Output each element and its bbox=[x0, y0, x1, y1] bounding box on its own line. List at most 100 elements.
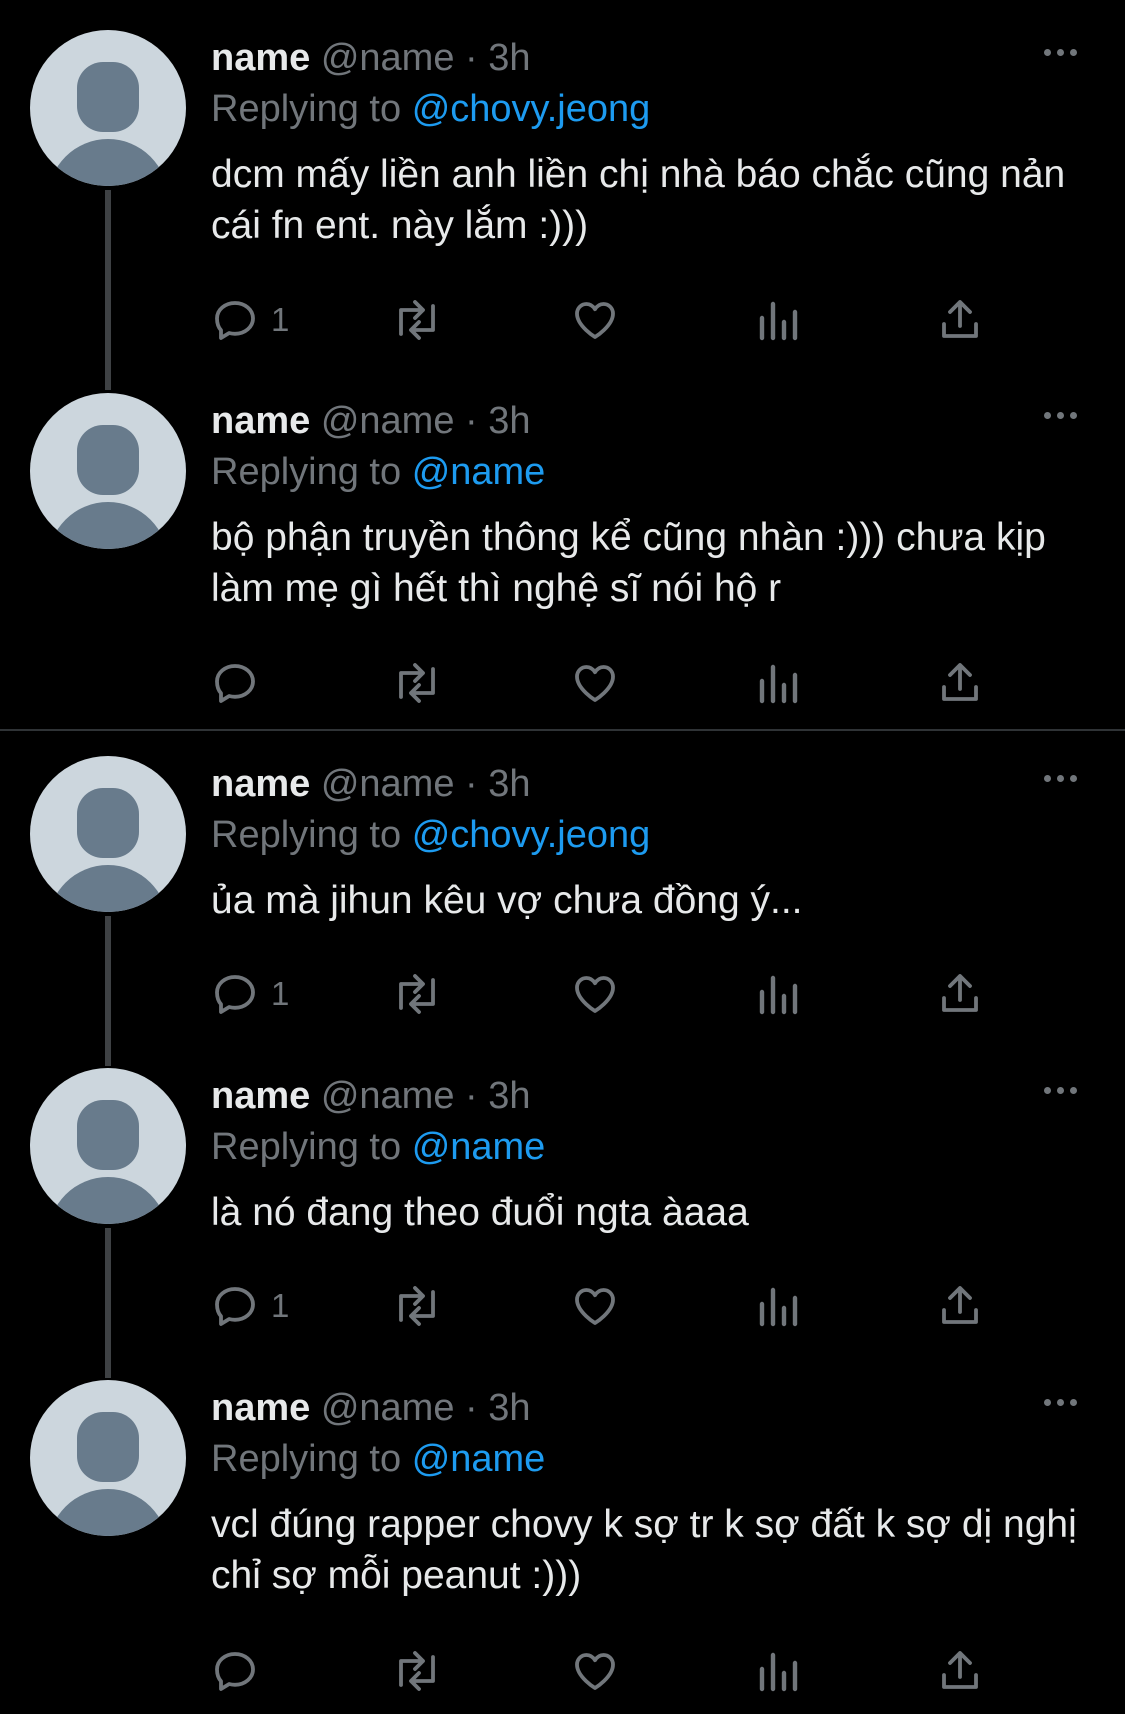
user-handle[interactable]: @name bbox=[321, 400, 455, 442]
display-name[interactable]: name bbox=[211, 763, 310, 805]
avatar[interactable] bbox=[30, 1068, 186, 1224]
replying-to-link[interactable]: @name bbox=[412, 451, 546, 493]
display-name[interactable]: name bbox=[211, 1075, 310, 1117]
display-name[interactable]: name bbox=[211, 37, 310, 79]
retweet-icon bbox=[399, 663, 435, 703]
more-options-icon[interactable] bbox=[1035, 1387, 1085, 1417]
analytics-button[interactable] bbox=[756, 1281, 800, 1331]
replying-to-link[interactable]: @name bbox=[412, 1438, 546, 1480]
retweet-button[interactable] bbox=[391, 1646, 443, 1696]
retweet-button[interactable] bbox=[391, 658, 443, 708]
share-icon bbox=[942, 300, 978, 338]
tweet-text: dcm mấy liền anh liền chị nhà báo chắc c… bbox=[211, 153, 1066, 247]
analytics-button[interactable] bbox=[756, 658, 800, 708]
more-options-icon[interactable] bbox=[1035, 400, 1085, 430]
reply-icon bbox=[215, 664, 255, 703]
replying-to-link[interactable]: @chovy.jeong bbox=[412, 88, 651, 130]
retweet-button[interactable] bbox=[391, 969, 443, 1019]
share-button[interactable] bbox=[936, 1281, 984, 1331]
timestamp[interactable]: 3h bbox=[488, 1075, 530, 1117]
share-button[interactable] bbox=[936, 295, 984, 345]
reply-button[interactable]: 1 bbox=[211, 969, 289, 1019]
share-button[interactable] bbox=[936, 1646, 984, 1696]
like-button[interactable] bbox=[571, 1646, 619, 1696]
tweet-header: name @name · 3h bbox=[211, 1070, 531, 1122]
replying-to-label: Replying to bbox=[211, 1438, 402, 1480]
analytics-icon bbox=[759, 1652, 798, 1692]
like-icon bbox=[575, 665, 615, 702]
reply-icon bbox=[215, 1287, 255, 1326]
replying-to: Replying to @name bbox=[211, 1121, 545, 1173]
user-handle[interactable]: @name bbox=[321, 1387, 455, 1429]
replying-to-link[interactable]: @chovy.jeong bbox=[412, 814, 651, 856]
reply-button[interactable] bbox=[211, 658, 271, 708]
action-bar bbox=[211, 658, 991, 708]
thread-connector bbox=[105, 1228, 111, 1378]
more-options-icon[interactable] bbox=[1035, 763, 1085, 793]
share-icon bbox=[942, 1651, 978, 1689]
action-bar: 1 bbox=[211, 969, 991, 1019]
like-icon bbox=[575, 1653, 615, 1690]
retweet-icon bbox=[399, 974, 435, 1014]
reply-count: 1 bbox=[271, 1287, 290, 1324]
timestamp[interactable]: 3h bbox=[488, 763, 530, 805]
reply-count: 1 bbox=[271, 975, 290, 1012]
more-options-icon[interactable] bbox=[1035, 1075, 1085, 1105]
reply-button[interactable] bbox=[211, 1646, 271, 1696]
tweet-header: name @name · 3h bbox=[211, 395, 531, 447]
avatar[interactable] bbox=[30, 756, 186, 912]
separator-dot: · bbox=[465, 37, 478, 79]
separator-dot: · bbox=[465, 400, 478, 442]
display-name[interactable]: name bbox=[211, 1387, 310, 1429]
retweet-button[interactable] bbox=[391, 1281, 443, 1331]
analytics-button[interactable] bbox=[756, 295, 800, 345]
analytics-icon bbox=[759, 301, 798, 341]
tweet-header: name @name · 3h bbox=[211, 1382, 531, 1434]
reply-button[interactable]: 1 bbox=[211, 295, 289, 345]
thread-separator bbox=[0, 729, 1125, 731]
tweet-header: name @name · 3h bbox=[211, 758, 531, 810]
retweet-icon bbox=[399, 300, 435, 340]
analytics-icon bbox=[759, 975, 798, 1015]
replying-to-link[interactable]: @name bbox=[412, 1126, 546, 1168]
replying-to: Replying to @name bbox=[211, 1433, 545, 1485]
replying-to-label: Replying to bbox=[211, 451, 402, 493]
user-handle[interactable]: @name bbox=[321, 763, 455, 805]
user-handle[interactable]: @name bbox=[321, 37, 455, 79]
action-bar: 1 bbox=[211, 295, 991, 345]
timestamp[interactable]: 3h bbox=[488, 400, 530, 442]
replying-to-label: Replying to bbox=[211, 1126, 402, 1168]
user-handle[interactable]: @name bbox=[321, 1075, 455, 1117]
more-options-icon[interactable] bbox=[1035, 37, 1085, 67]
replying-to-label: Replying to bbox=[211, 88, 402, 130]
reply-feed: name @name · 3h Replying to @chovy.jeong… bbox=[0, 0, 1125, 1714]
avatar[interactable] bbox=[30, 1380, 186, 1536]
analytics-icon bbox=[759, 1287, 798, 1327]
replying-to: Replying to @name bbox=[211, 446, 545, 498]
replying-to: Replying to @chovy.jeong bbox=[211, 809, 650, 861]
analytics-button[interactable] bbox=[756, 969, 800, 1019]
like-button[interactable] bbox=[571, 658, 619, 708]
replying-to-label: Replying to bbox=[211, 814, 402, 856]
share-icon bbox=[942, 1286, 978, 1324]
timestamp[interactable]: 3h bbox=[488, 1387, 530, 1429]
share-button[interactable] bbox=[936, 969, 984, 1019]
timestamp[interactable]: 3h bbox=[488, 37, 530, 79]
thread-connector bbox=[105, 916, 111, 1066]
share-icon bbox=[942, 974, 978, 1012]
like-button[interactable] bbox=[571, 969, 619, 1019]
like-button[interactable] bbox=[571, 295, 619, 345]
reply-button[interactable]: 1 bbox=[211, 1281, 289, 1331]
avatar[interactable] bbox=[30, 30, 186, 186]
like-button[interactable] bbox=[571, 1281, 619, 1331]
tweet-text: bộ phận truyền thông kể cũng nhàn :))) c… bbox=[211, 516, 1046, 610]
separator-dot: · bbox=[465, 1387, 478, 1429]
separator-dot: · bbox=[465, 763, 478, 805]
display-name[interactable]: name bbox=[211, 400, 310, 442]
avatar[interactable] bbox=[30, 393, 186, 549]
share-button[interactable] bbox=[936, 658, 984, 708]
like-icon bbox=[575, 1288, 615, 1325]
retweet-icon bbox=[399, 1286, 435, 1326]
analytics-button[interactable] bbox=[756, 1646, 800, 1696]
retweet-button[interactable] bbox=[391, 295, 443, 345]
